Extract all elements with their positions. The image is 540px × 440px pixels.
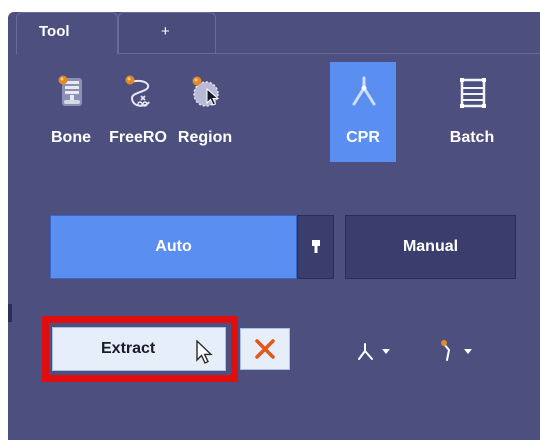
tool-batch-label: Batch bbox=[449, 129, 495, 146]
close-button[interactable] bbox=[240, 328, 290, 370]
tool-bone-label: Bone bbox=[51, 129, 91, 146]
tab-add[interactable]: + bbox=[118, 12, 216, 54]
bone-icon bbox=[58, 75, 82, 106]
mouse-cursor-icon bbox=[196, 340, 213, 364]
tool-panel: Tool + Bone FreeRO Region CPR Batch Auto… bbox=[8, 12, 540, 440]
freero-icon bbox=[125, 75, 150, 107]
batch-icon bbox=[460, 78, 486, 108]
path-tool-dropdown[interactable] bbox=[438, 338, 488, 364]
mode-dropdown-button[interactable] bbox=[297, 215, 334, 279]
tab-divider bbox=[216, 53, 540, 54]
tool-bone[interactable]: Bone bbox=[38, 62, 104, 162]
manual-mode-button[interactable]: Manual bbox=[345, 215, 516, 279]
region-icon bbox=[192, 76, 220, 107]
extract-button[interactable]: Extract bbox=[52, 327, 226, 371]
tab-add-label: + bbox=[161, 23, 170, 40]
branch-icon bbox=[358, 343, 373, 360]
auto-mode-label: Auto bbox=[155, 238, 192, 255]
auto-mode-button[interactable]: Auto bbox=[50, 215, 297, 279]
tool-region-label: Region bbox=[177, 129, 233, 146]
manual-mode-label: Manual bbox=[402, 238, 459, 255]
tool-cpr[interactable]: CPR bbox=[330, 62, 396, 162]
branch-dropdown-caret-icon bbox=[382, 349, 390, 354]
branch-tool-dropdown[interactable] bbox=[356, 338, 406, 364]
cpr-icon bbox=[352, 76, 376, 106]
tool-freero-label: FreeRO bbox=[109, 129, 167, 146]
close-icon bbox=[255, 339, 275, 359]
panel-edge-marker bbox=[8, 304, 12, 322]
tool-region[interactable]: Region bbox=[172, 62, 238, 162]
path-point-icon bbox=[441, 340, 451, 361]
tab-bar: Tool + bbox=[8, 12, 540, 54]
tab-tool[interactable]: Tool bbox=[16, 12, 118, 54]
extract-button-label: Extract bbox=[101, 340, 156, 357]
tool-batch[interactable]: Batch bbox=[439, 62, 505, 162]
path-dropdown-caret-icon bbox=[464, 349, 472, 354]
tool-freero[interactable]: FreeRO bbox=[105, 62, 171, 162]
tool-cpr-label: CPR bbox=[346, 129, 380, 146]
pin-dropdown-icon bbox=[312, 240, 320, 253]
tab-tool-label: Tool bbox=[39, 23, 70, 40]
